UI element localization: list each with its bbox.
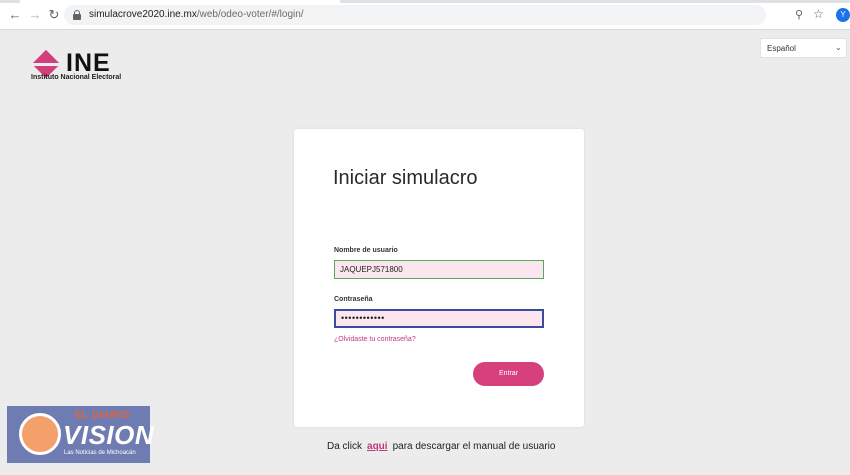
- watermark-logo: EL DIARIO VISION Las Noticias de Michoac…: [7, 406, 154, 463]
- username-label: Nombre de usuario: [334, 247, 398, 254]
- page-title: Iniciar simulacro: [333, 167, 478, 189]
- password-input[interactable]: ••••••••••••: [334, 309, 544, 328]
- key-icon[interactable]: ⚲: [795, 8, 803, 21]
- lock-icon[interactable]: [73, 10, 81, 20]
- back-icon[interactable]: ←: [8, 8, 22, 22]
- browser-toolbar: ← → ↻ simulacrove2020.ine.mx/web/odeo-vo…: [0, 0, 850, 30]
- manual-download-link[interactable]: aqui: [367, 441, 388, 452]
- manual-text-before: Da click: [327, 441, 363, 452]
- password-label: Contraseña: [334, 296, 373, 303]
- submit-button[interactable]: Entrar: [473, 362, 544, 386]
- watermark-line2: VISION: [63, 420, 155, 450]
- star-icon[interactable]: ☆: [813, 7, 824, 21]
- chevron-down-icon: ⌄: [835, 43, 842, 52]
- url-host: simulacrove2020.ine.mx: [89, 9, 197, 20]
- forgot-password-link[interactable]: ¿Olvidaste tu contraseña?: [334, 336, 416, 343]
- manual-download-text: Da click aqui para descargar el manual de …: [327, 441, 555, 452]
- address-bar[interactable]: simulacrove2020.ine.mx/web/odeo-voter/#/…: [64, 5, 766, 25]
- login-card: Iniciar simulacro Nombre de usuario JAQU…: [294, 129, 584, 427]
- url-path: /web/odeo-voter/#/login/: [196, 9, 304, 20]
- username-input[interactable]: JAQUEPJ571800: [334, 260, 544, 279]
- ine-logo: INE Instituto Nacional Electoral: [31, 49, 143, 85]
- forward-icon[interactable]: →: [28, 8, 42, 22]
- logo-subtitle: Instituto Nacional Electoral: [31, 74, 122, 81]
- manual-text-after: para descargar el manual de usuario: [392, 441, 556, 452]
- active-tab[interactable]: [20, 0, 340, 3]
- reload-icon[interactable]: ↻: [47, 8, 61, 22]
- language-select[interactable]: Español ⌄: [760, 38, 847, 58]
- url-text[interactable]: simulacrove2020.ine.mx/web/odeo-voter/#/…: [89, 9, 304, 20]
- profile-avatar[interactable]: Y: [836, 8, 850, 22]
- language-value: Español: [767, 44, 796, 53]
- watermark-sun-icon: [19, 413, 61, 455]
- tab-strip: [0, 0, 850, 3]
- watermark-line3: Las Noticias de Michoacán: [64, 450, 136, 456]
